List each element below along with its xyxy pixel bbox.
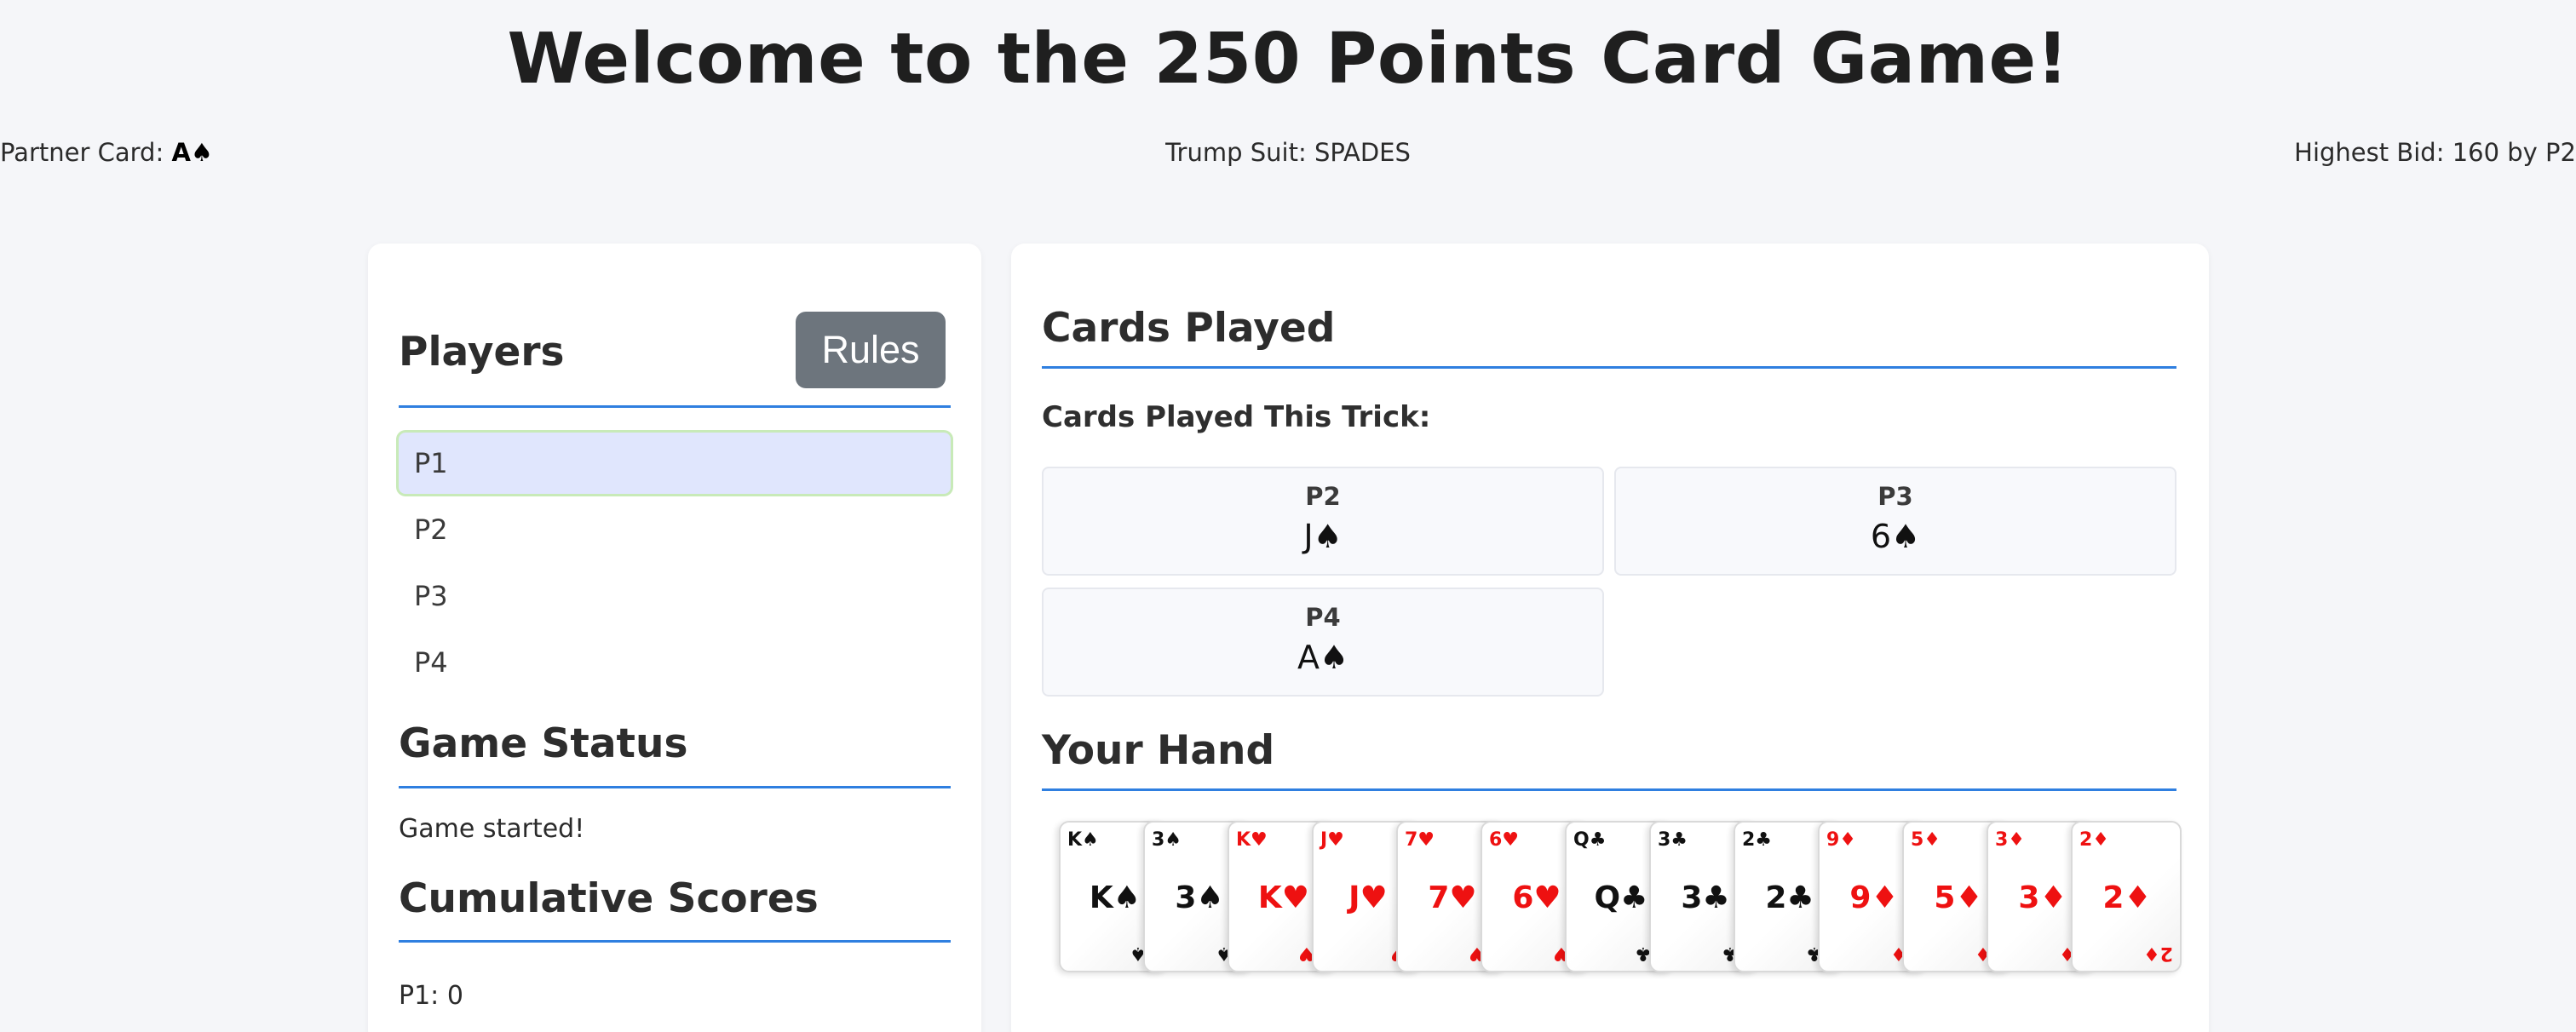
card-label: 5♦ <box>1911 829 1941 851</box>
trump-suit-info: Trump Suit: SPADES <box>1165 138 1411 167</box>
player-item-p4[interactable]: P4 <box>399 632 951 693</box>
trick-card-value: 6♠ <box>1870 518 1921 555</box>
card-label: K♠ <box>1067 829 1099 851</box>
trick-card-p4: P4 A♠ <box>1042 588 1604 697</box>
card-label: Q♣ <box>1573 829 1607 851</box>
game-status-divider <box>399 786 951 788</box>
trick-label: Cards Played This Trick: <box>1042 400 1431 434</box>
players-panel: Players Rules P1 P2 P3 P4 Game Status Ga… <box>368 244 981 1032</box>
card-label: 2♦ <box>2142 943 2173 964</box>
score-item: P1: 0 <box>399 981 463 1011</box>
player-item-p2[interactable]: P2 <box>399 499 951 560</box>
players-heading: Players <box>399 329 565 376</box>
trick-card-value: A♠ <box>1297 639 1349 676</box>
card-label: K♥ <box>1236 829 1268 851</box>
scores-heading: Cumulative Scores <box>399 875 819 922</box>
trick-card-p3: P3 6♠ <box>1614 467 2176 576</box>
game-status-text: Game started! <box>399 814 585 844</box>
rules-button[interactable]: Rules <box>796 312 946 388</box>
player-item-p1[interactable]: P1 <box>399 433 951 494</box>
card-label: 9♦ <box>1826 829 1857 851</box>
scores-divider <box>399 940 951 943</box>
player-item-p3[interactable]: P3 <box>399 565 951 627</box>
card-label: 7♥ <box>1405 829 1435 851</box>
trick-card-value: J♠ <box>1303 518 1343 555</box>
card-label: 3♠ <box>1152 829 1182 851</box>
your-hand-divider <box>1042 788 2176 791</box>
trick-player-name: P4 <box>1305 603 1341 632</box>
card-label: 3♣ <box>1658 829 1688 851</box>
players-divider <box>399 405 951 408</box>
card-label: 6♥ <box>1489 829 1520 851</box>
cards-panel: Cards Played Cards Played This Trick: P2… <box>1011 244 2209 1032</box>
card-label: 2♦ <box>2079 829 2110 851</box>
card-label: J♥ <box>1320 829 1344 851</box>
cards-played-heading: Cards Played <box>1042 305 1336 352</box>
hand-card[interactable]: 2♦ 2♦ 2♦ <box>2071 821 2182 972</box>
game-status-heading: Game Status <box>399 720 688 767</box>
card-label: 2♦ <box>2102 880 2152 915</box>
trick-player-name: P3 <box>1877 482 1913 511</box>
page-title: Welcome to the 250 Points Card Game! <box>507 19 2069 100</box>
your-hand-heading: Your Hand <box>1042 727 1275 774</box>
trick-card-p2: P2 J♠ <box>1042 467 1604 576</box>
highest-bid-info: Highest Bid: 160 by P2 <box>2294 138 2576 167</box>
card-label: 3♦ <box>1995 829 2026 851</box>
card-label: 2♣ <box>1742 829 1773 851</box>
cards-played-divider <box>1042 366 2176 369</box>
trick-player-name: P2 <box>1305 482 1341 511</box>
